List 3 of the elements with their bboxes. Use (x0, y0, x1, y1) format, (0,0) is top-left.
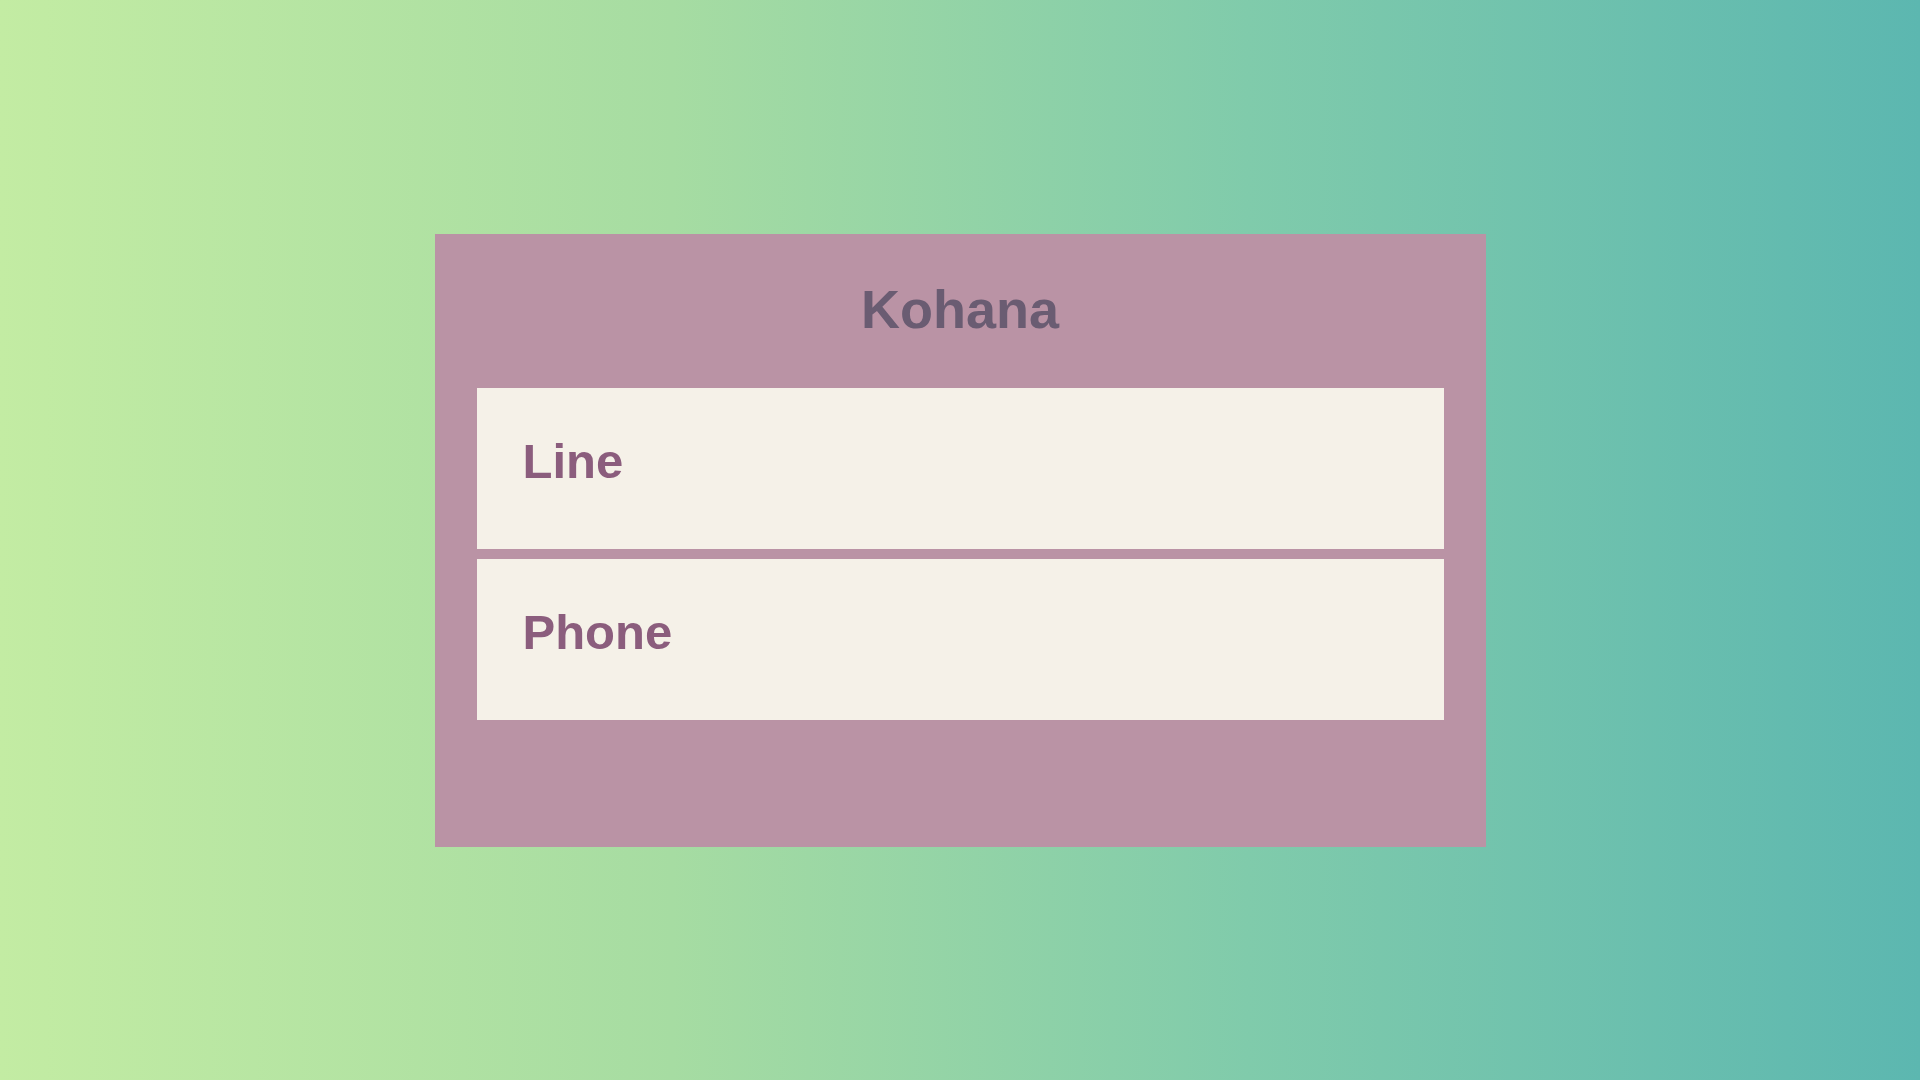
form-title: Kohana (861, 278, 1059, 339)
input-field[interactable]: Line (476, 387, 1444, 549)
input-field[interactable]: Phone (476, 558, 1444, 720)
